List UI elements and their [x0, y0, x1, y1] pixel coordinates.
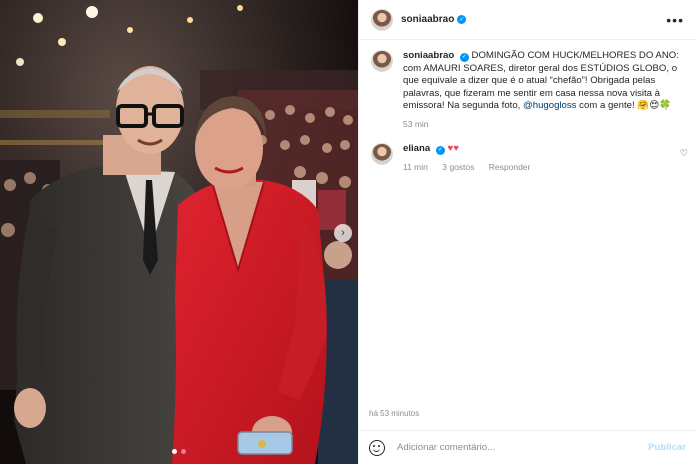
verified-badge-icon: ✓ [435, 145, 445, 155]
comment-likes[interactable]: 3 gostos [442, 162, 474, 172]
caption-time: 53 min [403, 118, 429, 129]
caption-emojis: 🤗😍🍀 [637, 100, 672, 112]
comment-meta: 11 min 3 gostos Responder [403, 161, 542, 174]
carousel-dot [172, 449, 177, 454]
mention-link[interactable]: @hugogloss [523, 100, 576, 111]
photo-scene [0, 0, 358, 464]
commenter-avatar[interactable] [371, 143, 393, 165]
post-timestamp: há 53 minutos [369, 409, 420, 418]
caption-avatar[interactable] [371, 50, 393, 72]
verified-badge-icon: ✓ [457, 15, 467, 24]
comment-text: ♥♥ [447, 143, 459, 154]
author-username[interactable]: soniaabrao [401, 14, 454, 25]
carousel-dots [0, 449, 358, 454]
carousel-dot [181, 449, 186, 454]
publish-button[interactable]: Publicar [648, 442, 686, 453]
commenter-username[interactable]: eliana [403, 143, 430, 154]
comment-input[interactable] [397, 442, 627, 453]
comment-composer: Publicar [359, 430, 696, 464]
post-photo[interactable]: › [0, 0, 358, 464]
comment-reply-button[interactable]: Responder [489, 162, 531, 172]
caption-text-end: com a gente! [576, 100, 638, 112]
comment-item: eliana ✓ ♥♥ 11 min 3 gostos Responder [371, 143, 687, 173]
emoji-picker-icon[interactable] [369, 439, 385, 456]
caption-username[interactable]: soniaabrao [403, 50, 454, 61]
carousel-next-button[interactable]: › [334, 224, 352, 242]
post-header: soniaabrao ✓ ••• [359, 0, 696, 40]
author-avatar[interactable] [371, 8, 393, 31]
post-caption: soniaabrao ✓ DOMINGÃO COM HUCK/MELHORES … [371, 50, 687, 131]
comment-time: 11 min [403, 161, 428, 172]
verified-badge-icon: ✓ [459, 52, 469, 62]
more-options-icon[interactable]: ••• [666, 12, 684, 28]
post-details-panel: soniaabrao ✓ ••• soniaabrao ✓ DOMINGÃO C… [358, 0, 696, 464]
instagram-post: › soniaabrao ✓ ••• soniaabrao ✓ DOMINGÃO… [0, 0, 696, 464]
like-comment-heart-icon[interactable]: ♡ [680, 148, 688, 159]
